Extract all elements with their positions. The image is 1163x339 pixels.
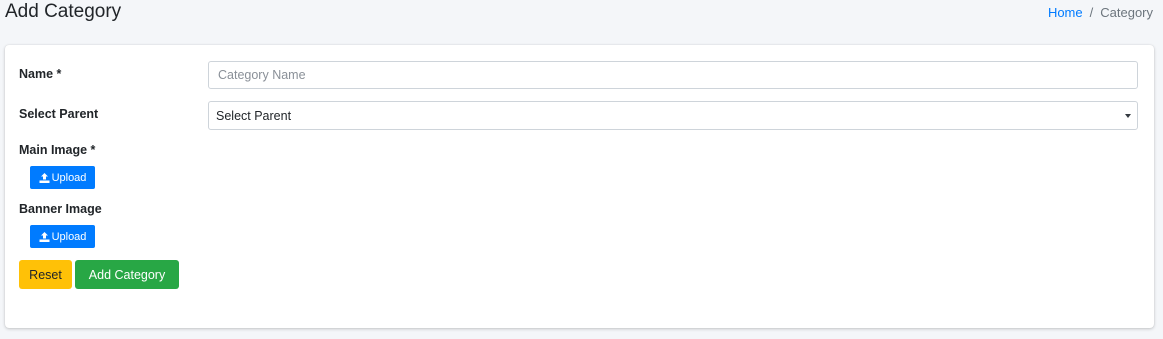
select-parent-value: Select Parent [216, 108, 292, 123]
add-category-button[interactable]: Add Category [75, 260, 179, 289]
add-category-card: Name * Select Parent Select Parent Main … [5, 45, 1154, 328]
banner-image-upload-label: Upload [51, 230, 87, 243]
breadcrumb-current: Category [1100, 5, 1153, 20]
banner-image-label: Banner Image [19, 202, 102, 216]
main-image-label: Main Image * [19, 143, 96, 157]
banner-image-upload-button[interactable]: Upload [30, 225, 95, 248]
upload-icon [39, 231, 50, 242]
chevron-down-icon [1125, 114, 1131, 118]
select-parent-label: Select Parent [19, 107, 99, 121]
page-title: Add Category [5, 1, 122, 22]
breadcrumb-home-link[interactable]: Home [1048, 5, 1083, 20]
upload-icon [39, 172, 50, 183]
reset-button[interactable]: Reset [19, 260, 72, 289]
main-image-upload-label: Upload [51, 171, 87, 184]
breadcrumb-separator: / [1089, 5, 1094, 20]
main-image-upload-button[interactable]: Upload [30, 166, 95, 189]
select-parent-dropdown[interactable]: Select Parent [208, 101, 1138, 130]
category-name-input[interactable] [208, 61, 1138, 89]
breadcrumb: Home / Category [1048, 5, 1153, 20]
name-label: Name * [19, 67, 62, 81]
